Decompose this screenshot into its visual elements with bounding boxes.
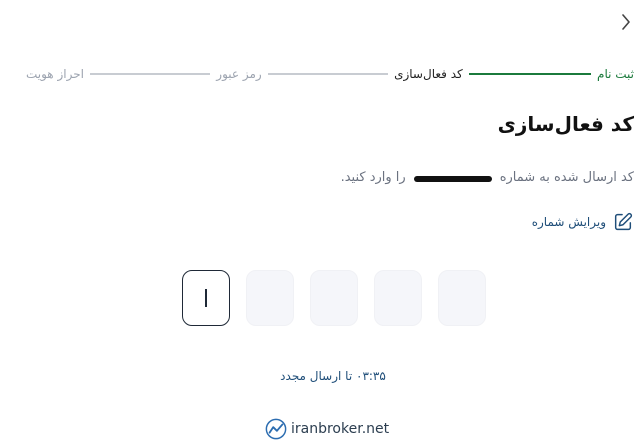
page-title: کد فعال‌سازی [497,112,634,136]
step-identity-verification: احراز هویت [25,67,84,81]
back-button[interactable] [618,12,634,32]
resend-countdown: ۰۳:۳۵ تا ارسال مجدد [0,369,640,383]
step-connector [89,73,211,75]
step-signup: ثبت نام [597,67,634,81]
chevron-right-icon [622,14,630,30]
step-connector [267,73,389,75]
step-connector [468,73,592,75]
brand-name: iranbroker.net [291,421,390,437]
code-digit-input[interactable] [310,270,358,326]
resend-text: تا ارسال مجدد [280,369,353,383]
instruction-text: کد ارسال شده به شماره را وارد کنید. [341,170,634,185]
edit-number-link[interactable]: ویرایش شماره [532,211,634,233]
code-digit-input[interactable] [374,270,422,326]
code-digit-input[interactable] [246,270,294,326]
edit-icon [614,212,633,231]
masked-phone-number [412,172,494,184]
instruction-text-before: کد ارسال شده به شماره [499,170,634,185]
resend-timer: ۰۳:۳۵ [356,369,386,383]
step-password: رمز عبور [216,67,262,81]
edit-number-label: ویرایش شماره [531,215,606,229]
step-activation-code: کد فعال‌سازی [394,67,463,81]
code-digit-input[interactable] [182,270,230,326]
instruction-text-after: را وارد کنید. [340,170,406,185]
brand-footer: iranbroker.net [265,418,389,440]
progress-stepper: ثبت نام کد فعال‌سازی رمز عبور احراز هویت [26,66,634,82]
code-digit-input[interactable] [438,270,486,326]
verification-code-inputs [182,270,486,326]
chart-logo-icon [265,418,287,440]
text-caret [205,289,207,307]
